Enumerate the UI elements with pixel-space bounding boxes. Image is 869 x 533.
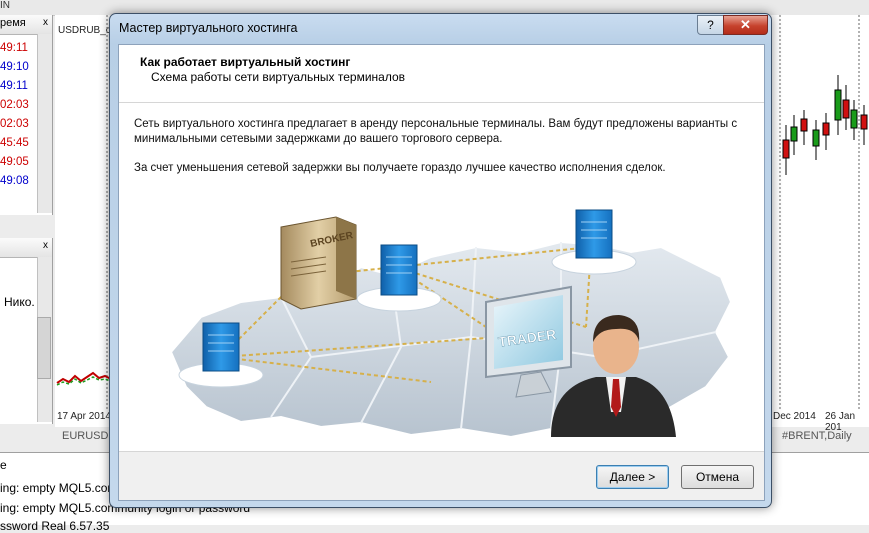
wizard-page-title: Как работает виртуальный хостинг [140,55,351,69]
description-paragraph: Сеть виртуального хостинга предлагает в … [134,118,738,145]
market-watch-panel: ремя x 49:11 49:10 49:11 02:03 02:03 45:45 49:… [0,15,53,215]
chart-window-right[interactable]: Dec 2014 26 Jan 201 [770,15,869,433]
wizard-page-subtitle: Схема работы сети виртуальных терминалов [151,70,406,84]
wizard-header: Как работает виртуальный хостинг Схема р… [119,45,764,103]
dialog-title: Мастер виртуального хостинга [119,21,298,35]
chart-date-label: Dec 2014 [773,411,816,422]
navigator-scrollbar[interactable] [37,257,52,422]
wizard-content: Сеть виртуального хостинга предлагает в … [119,103,764,452]
network-illustration: BROKER TRADER [169,209,733,439]
next-button[interactable]: Далее > [596,465,669,489]
log-line: e [0,458,7,472]
market-watch-time-column: ремя [0,17,26,29]
chart-window-left[interactable]: USDRUB_c 17 Apr 2014 [55,15,115,427]
navigator-header: x [0,238,52,258]
virtual-hosting-wizard-dialog: Мастер виртуального хостинга ? ✕ Как раб… [109,13,772,508]
log-line: ing: empty MQL5.com [0,481,118,495]
market-watch-row[interactable]: 02:03 [0,118,36,137]
help-button[interactable]: ? [697,15,724,35]
log-line: ssword Real 6.57.35 [0,519,110,533]
market-watch-row[interactable]: 49:11 [0,42,36,61]
cancel-button[interactable]: Отмена [681,465,754,489]
close-icon[interactable]: x [43,17,48,28]
chart-date-label: 17 Apr 2014 [57,411,111,422]
navigator-panel: x Нико. [0,238,53,424]
description-paragraph: За счет уменьшения сетевой задержки вы п… [134,162,666,174]
market-watch-header: ремя x [0,15,52,35]
market-watch-row[interactable]: 49:05 [0,156,36,175]
navigator-account[interactable]: Нико. [4,295,35,309]
close-icon[interactable]: x [43,240,48,251]
market-watch-scrollbar[interactable] [37,34,52,213]
market-watch-row[interactable]: 49:08 [0,175,36,194]
market-watch-row[interactable]: 45:45 [0,137,36,156]
top-fragment: IN [0,0,10,11]
close-button[interactable]: ✕ [723,15,768,35]
market-watch-row[interactable]: 49:11 [0,80,36,99]
broker-server-icon: BROKER [280,216,357,310]
chart-tab-brent[interactable]: #BRENT,Daily [782,430,852,446]
market-watch-row[interactable]: 02:03 [0,99,36,118]
wizard-body: Как работает виртуальный хостинг Схема р… [118,44,765,501]
market-watch-row[interactable]: 49:10 [0,61,36,80]
chart-tab-eurusd[interactable]: EURUSD, [62,430,112,446]
